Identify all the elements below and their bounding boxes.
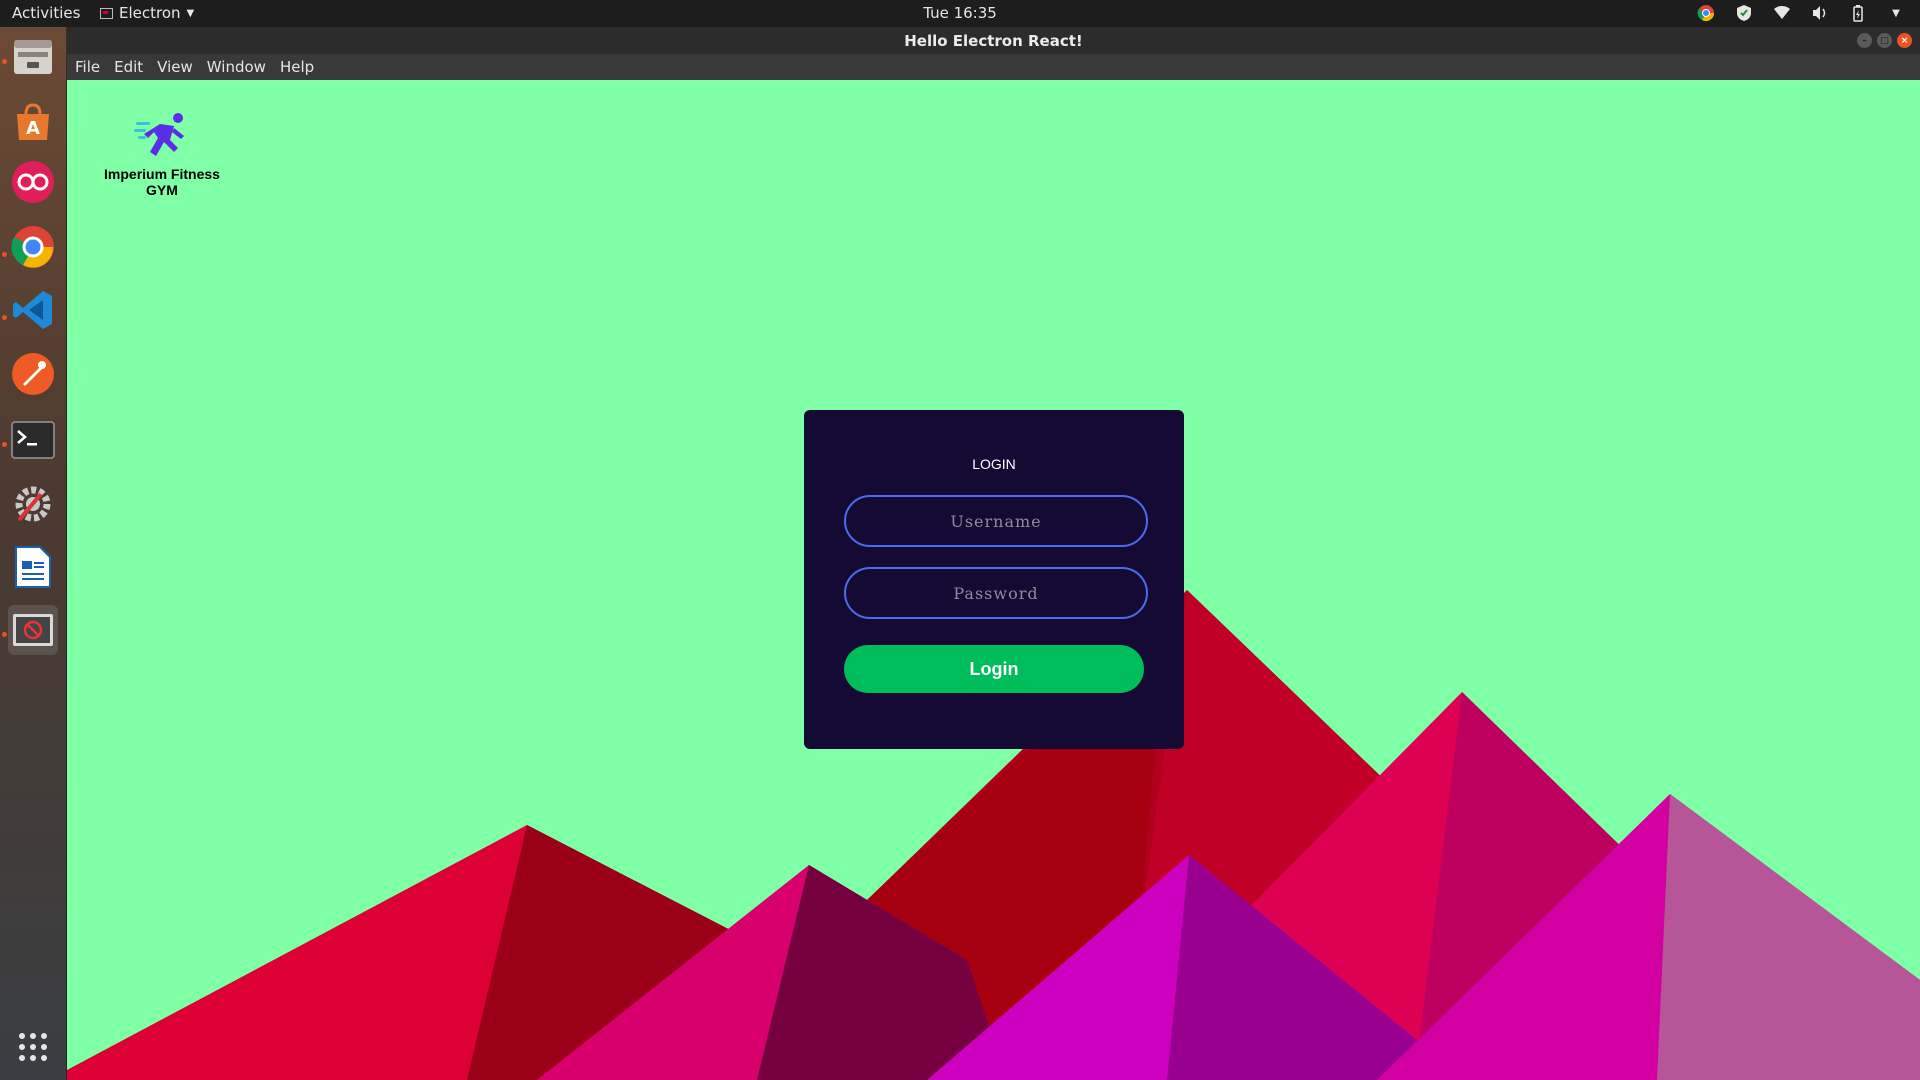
- running-indicator: [2, 59, 7, 64]
- grid-icon[interactable]: [8, 1022, 58, 1072]
- postman-icon[interactable]: [8, 349, 58, 399]
- running-indicator: [2, 315, 7, 320]
- login-card: LOGIN Login: [804, 410, 1184, 749]
- running-indicator: [2, 442, 7, 447]
- clock[interactable]: Tue 16:35: [0, 4, 1920, 22]
- activities-button[interactable]: Activities: [12, 4, 80, 22]
- volume-icon[interactable]: [1810, 3, 1830, 23]
- dock: A: [0, 27, 67, 1080]
- menu-file[interactable]: File: [69, 58, 106, 76]
- files-icon[interactable]: [8, 32, 58, 82]
- window-title: Hello Electron React!: [904, 32, 1083, 50]
- vscode-icon[interactable]: [8, 285, 58, 335]
- running-indicator: [2, 252, 7, 257]
- blocked-app-icon[interactable]: [8, 605, 58, 655]
- terminal-icon[interactable]: [8, 415, 58, 465]
- maximize-button[interactable]: □: [1877, 33, 1892, 48]
- window-titlebar[interactable]: Hello Electron React! – □ ×: [67, 27, 1920, 54]
- chrome-icon[interactable]: [8, 222, 58, 272]
- close-button[interactable]: ×: [1897, 33, 1912, 48]
- software-center-icon[interactable]: A: [8, 97, 58, 147]
- minimize-button[interactable]: –: [1857, 33, 1872, 48]
- battery-icon[interactable]: [1848, 3, 1868, 23]
- login-heading: LOGIN: [972, 456, 1016, 472]
- menu-view[interactable]: View: [151, 58, 199, 76]
- svg-text:A: A: [26, 118, 40, 139]
- menu-help[interactable]: Help: [274, 58, 320, 76]
- password-field[interactable]: [844, 567, 1148, 619]
- record-icon[interactable]: [8, 157, 58, 207]
- menu-bar: File Edit View Window Help: [67, 54, 1920, 80]
- running-man-icon: [134, 113, 184, 156]
- menu-edit[interactable]: Edit: [108, 58, 149, 76]
- chevron-down-icon: ▼: [186, 7, 195, 19]
- app-menu-label: Electron: [119, 4, 181, 22]
- brand-name: Imperium Fitness GYM: [104, 166, 220, 198]
- system-tray[interactable]: ▼: [1696, 3, 1906, 23]
- app-menu[interactable]: Electron ▼: [100, 4, 194, 22]
- writer-icon[interactable]: [8, 542, 58, 592]
- chevron-down-icon[interactable]: ▼: [1886, 3, 1906, 23]
- username-field[interactable]: [844, 495, 1148, 547]
- app-content: Imperium Fitness GYM LOGIN Login: [67, 80, 1920, 1080]
- chrome-icon[interactable]: [1696, 3, 1716, 23]
- shield-icon[interactable]: [1734, 3, 1754, 23]
- menu-window[interactable]: Window: [201, 58, 272, 76]
- top-bar: Activities Electron ▼ Tue 16:35 ▼: [0, 0, 1920, 27]
- app-window-icon: [100, 7, 113, 19]
- wifi-icon[interactable]: [1772, 3, 1792, 23]
- brand: Imperium Fitness GYM: [87, 110, 237, 198]
- settings-icon[interactable]: [8, 479, 58, 529]
- login-button[interactable]: Login: [844, 645, 1144, 693]
- running-indicator: [2, 632, 7, 637]
